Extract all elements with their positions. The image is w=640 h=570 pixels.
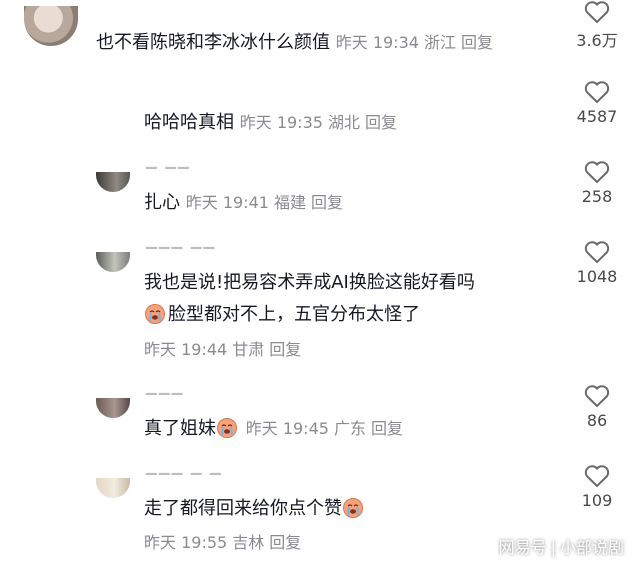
comment-text: 脸型都对不上，五官分布太怪了 (168, 304, 420, 325)
heart-outline-icon (584, 465, 610, 487)
avatar[interactable] (96, 252, 130, 272)
crying-face-icon (343, 498, 363, 518)
like-button[interactable]: 258 (570, 160, 624, 206)
watermark: 网易号 | 小部说剧 (499, 534, 624, 558)
heart-outline-icon (584, 1, 610, 23)
comment-5: 走了都得回来给你点个赞 (144, 496, 366, 522)
comment-text: 走了都得回来给你点个赞 (144, 498, 342, 519)
comment-time: 昨天 19:44 (144, 340, 228, 359)
reply-button[interactable]: 回复 (371, 419, 403, 438)
comment-text: 也不看陈晓和李冰冰什么颜值 (96, 32, 330, 53)
comment-text: 我也是说!把易容术弄成AI换脸这能好看吗 (144, 272, 475, 293)
like-count: 109 (581, 491, 613, 510)
comment-location: 福建 (273, 193, 306, 212)
avatar[interactable] (96, 478, 130, 498)
like-count: 4587 (576, 107, 618, 126)
comment-time: 昨天 19:45 (245, 419, 329, 438)
like-count: 258 (581, 187, 613, 206)
comment-location: 广东 (333, 419, 366, 438)
like-count: 86 (586, 411, 608, 430)
like-button[interactable]: 86 (570, 384, 624, 430)
cropped-username: ▔▔▔ ▔ ▔ (146, 474, 223, 490)
comment-time: 昨天 19:34 (335, 33, 419, 52)
like-count: 3.6万 (576, 31, 618, 50)
like-button[interactable]: 4587 (570, 80, 624, 126)
avatar[interactable] (96, 172, 130, 192)
comment-location: 吉林 (232, 533, 265, 552)
comment-text: 真了姐妹 (144, 418, 216, 439)
cropped-username: ▔▔▔ ▔▔ (146, 248, 217, 264)
comment-3-line2: 脸型都对不上，五官分布太怪了 (144, 302, 420, 328)
cropped-username: ▔▔▔ (146, 394, 185, 410)
avatar[interactable] (96, 398, 130, 418)
comment-time: 昨天 19:55 (144, 533, 228, 552)
comment-time: 昨天 19:35 (239, 113, 323, 132)
comment-text: 哈哈哈真相 (144, 112, 234, 133)
heart-outline-icon (584, 81, 610, 103)
comment-text: 扎心 (144, 192, 180, 213)
reply-button[interactable]: 回复 (365, 113, 397, 132)
comment-3-meta: 昨天 19:44 甘肃 回复 (144, 337, 306, 363)
comment-0: 也不看陈晓和李冰冰什么颜值 昨天 19:34 浙江 回复 (96, 30, 498, 56)
reply-button[interactable]: 回复 (311, 193, 343, 212)
reply-button[interactable]: 回复 (269, 533, 301, 552)
crying-face-icon (145, 304, 165, 324)
comment-5-meta: 昨天 19:55 吉林 回复 (144, 530, 306, 556)
comment-location: 湖北 (327, 113, 360, 132)
like-button[interactable]: 3.6万 (570, 0, 624, 51)
like-button[interactable]: 1048 (570, 240, 624, 286)
watermark-source: 网易号 (498, 538, 547, 557)
avatar[interactable] (24, 6, 78, 46)
heart-outline-icon (584, 241, 610, 263)
heart-outline-icon (584, 161, 610, 183)
like-count: 1048 (576, 267, 618, 286)
like-button[interactable]: 109 (570, 464, 624, 510)
reply-button[interactable]: 回复 (269, 340, 301, 359)
comment-4: 真了姐妹 昨天 19:45 广东 回复 (144, 416, 408, 442)
crying-face-icon (217, 418, 237, 438)
comment-1: 哈哈哈真相 昨天 19:35 湖北 回复 (144, 110, 402, 136)
watermark-separator: | (550, 538, 556, 557)
cropped-username: ▔ ▔▔ (146, 168, 191, 184)
comment-3-line1: 我也是说!把易容术弄成AI换脸这能好看吗 (144, 270, 475, 296)
comment-2: 扎心 昨天 19:41 福建 回复 (144, 190, 348, 216)
heart-outline-icon (584, 385, 610, 407)
comment-time: 昨天 19:41 (185, 193, 269, 212)
comment-location: 浙江 (423, 33, 456, 52)
watermark-author: 小部说剧 (559, 538, 624, 557)
comment-location: 甘肃 (232, 340, 265, 359)
reply-button[interactable]: 回复 (461, 33, 493, 52)
